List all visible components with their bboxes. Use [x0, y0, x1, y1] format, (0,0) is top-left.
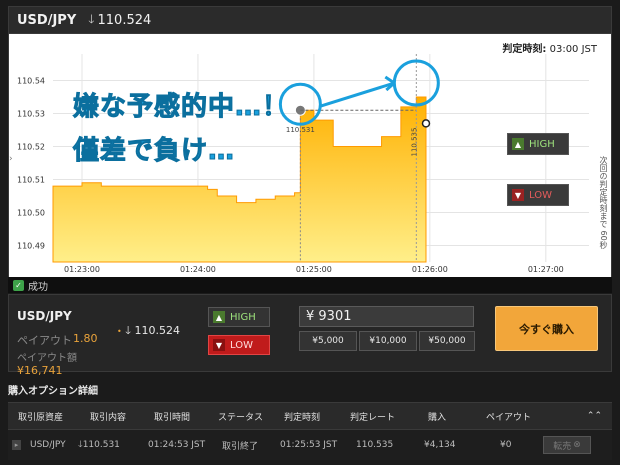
high-button-label: HIGH [230, 311, 256, 323]
trade-panel: USD/JPY ペイアウト 1.80 ペイアウト額 ¥16,741 • 🡓 11… [8, 294, 612, 377]
payout-amount-label: ペイアウト額 [17, 353, 77, 364]
amount-chip-50000[interactable]: ¥50,000 [419, 331, 475, 351]
down-arrow-icon: 🡓 [88, 11, 95, 26]
countdown-label: 次回の判定時刻まで 60秒 [599, 156, 608, 249]
panel-rate: • 🡓 110.524 [117, 322, 180, 341]
close-icon: ⊗ [573, 440, 581, 450]
high-button[interactable]: ▲ HIGH [208, 307, 270, 327]
sell-button-label: 転売 [553, 441, 572, 452]
buy-now-button[interactable]: 今すぐ購入 [495, 306, 598, 351]
status-strip: ✓ 成功 [8, 277, 612, 293]
judge-time: 判定時刻: 03:00 JST [502, 40, 597, 55]
chevron-right-icon[interactable]: › [9, 154, 15, 168]
sell-button[interactable]: 転売 ⊗ [543, 436, 591, 454]
status-label: 成功 [28, 281, 48, 293]
column-header: 判定レート [350, 412, 396, 423]
up-arrow-icon: ▲ [213, 311, 225, 323]
table-cell: 01:25:53 JST [280, 440, 338, 450]
y-tick-label: 110.49 [17, 242, 45, 251]
column-header: 取引原資産 [18, 412, 64, 423]
judge-marker-label: 110.535 [410, 128, 418, 157]
column-header: 判定時刻 [284, 412, 321, 423]
table-cell: USD/JPY [30, 440, 66, 450]
payout-value: 1.80 [73, 332, 98, 345]
y-tick-label: 110.50 [17, 209, 45, 218]
low-button[interactable]: ▼ LOW [208, 335, 270, 355]
x-tick-label: 01:23:00 [64, 265, 100, 274]
low-side-label: LOW [529, 189, 552, 201]
expand-icon[interactable]: ▸ [12, 440, 21, 450]
check-icon: ✓ [13, 279, 24, 291]
chart-area: 判定時刻: 03:00 JST › 110.54 110.53 110.52 110.… [8, 34, 612, 277]
annotation-line-2: 僅差で負け… [72, 136, 236, 167]
down-arrow-icon: ▼ [213, 339, 225, 351]
table-cell: 取引終了 [222, 441, 259, 452]
details-table-header: 取引原資産 取引内容 取引時間 ステータス 判定時刻 判定レート 購入 ペイアウ… [8, 402, 612, 430]
y-tick-label: 110.52 [17, 143, 45, 152]
column-header: 取引内容 [90, 412, 127, 423]
table-cell: ¥4,134 [424, 440, 456, 450]
amount-input[interactable]: ¥ 9301 [299, 306, 474, 327]
table-cell: ¥0 [500, 440, 512, 450]
y-tick-label: 110.54 [17, 77, 45, 86]
down-arrow-icon: ▼ [512, 189, 524, 201]
current-price-dot [421, 119, 431, 128]
y-tick-label: 110.51 [17, 176, 45, 185]
payout-amount-value: ¥16,741 [17, 364, 63, 377]
details-title: 購入オプション詳細 [8, 386, 98, 397]
trading-screen: USD/JPY 🡓 110.524 判定時刻: 03:00 JST › 110.… [0, 0, 620, 465]
column-header: 取引時間 [154, 412, 191, 423]
x-tick-label: 01:27:00 [528, 265, 564, 274]
x-tick-label: 01:25:00 [296, 265, 332, 274]
amount-chip-5000[interactable]: ¥5,000 [299, 331, 357, 351]
entry-marker-label: 110.531 [286, 126, 315, 134]
judge-time-value: 03:00 JST [549, 44, 597, 55]
panel-rate-value: 110.524 [134, 324, 180, 337]
high-side-label: HIGH [529, 138, 555, 150]
annotation-arrow [319, 81, 395, 108]
x-tick-label: 01:26:00 [412, 265, 448, 274]
chevron-up-icon[interactable]: ⌃⌃ [587, 403, 602, 429]
table-cell-rate: 110.531 [82, 440, 120, 450]
column-header: ペイアウト [486, 412, 532, 423]
asset-header: USD/JPY 🡓 110.524 [8, 6, 612, 34]
table-cell: 01:24:53 JST [148, 440, 206, 450]
panel-asset-pair: USD/JPY [17, 309, 72, 323]
low-side-button[interactable]: ▼ LOW [507, 184, 569, 206]
payout-label: ペイアウト [17, 334, 72, 347]
table-cell: 🡓 110.531 [78, 430, 120, 460]
current-rate: 110.524 [97, 12, 152, 28]
column-header: 購入 [428, 412, 447, 423]
down-arrow-icon: 🡓 [125, 324, 131, 337]
dot-icon: • [117, 327, 122, 336]
asset-pair: USD/JPY [17, 12, 77, 28]
column-header: ステータス [218, 412, 264, 423]
judge-time-label: 判定時刻: [502, 44, 547, 55]
y-tick-label: 110.53 [17, 110, 45, 119]
table-cell: 110.535 [356, 440, 394, 450]
amount-chip-10000[interactable]: ¥10,000 [359, 331, 417, 351]
x-tick-label: 01:24:00 [180, 265, 216, 274]
low-button-label: LOW [230, 339, 253, 351]
table-row: ▸ USD/JPY 🡓 110.531 01:24:53 JST 取引終了 01… [8, 430, 612, 460]
high-side-button[interactable]: ▲ HIGH [507, 133, 569, 155]
up-arrow-icon: ▲ [512, 138, 524, 150]
annotation-line-1: 嫌な予感的中…！ [72, 92, 290, 123]
